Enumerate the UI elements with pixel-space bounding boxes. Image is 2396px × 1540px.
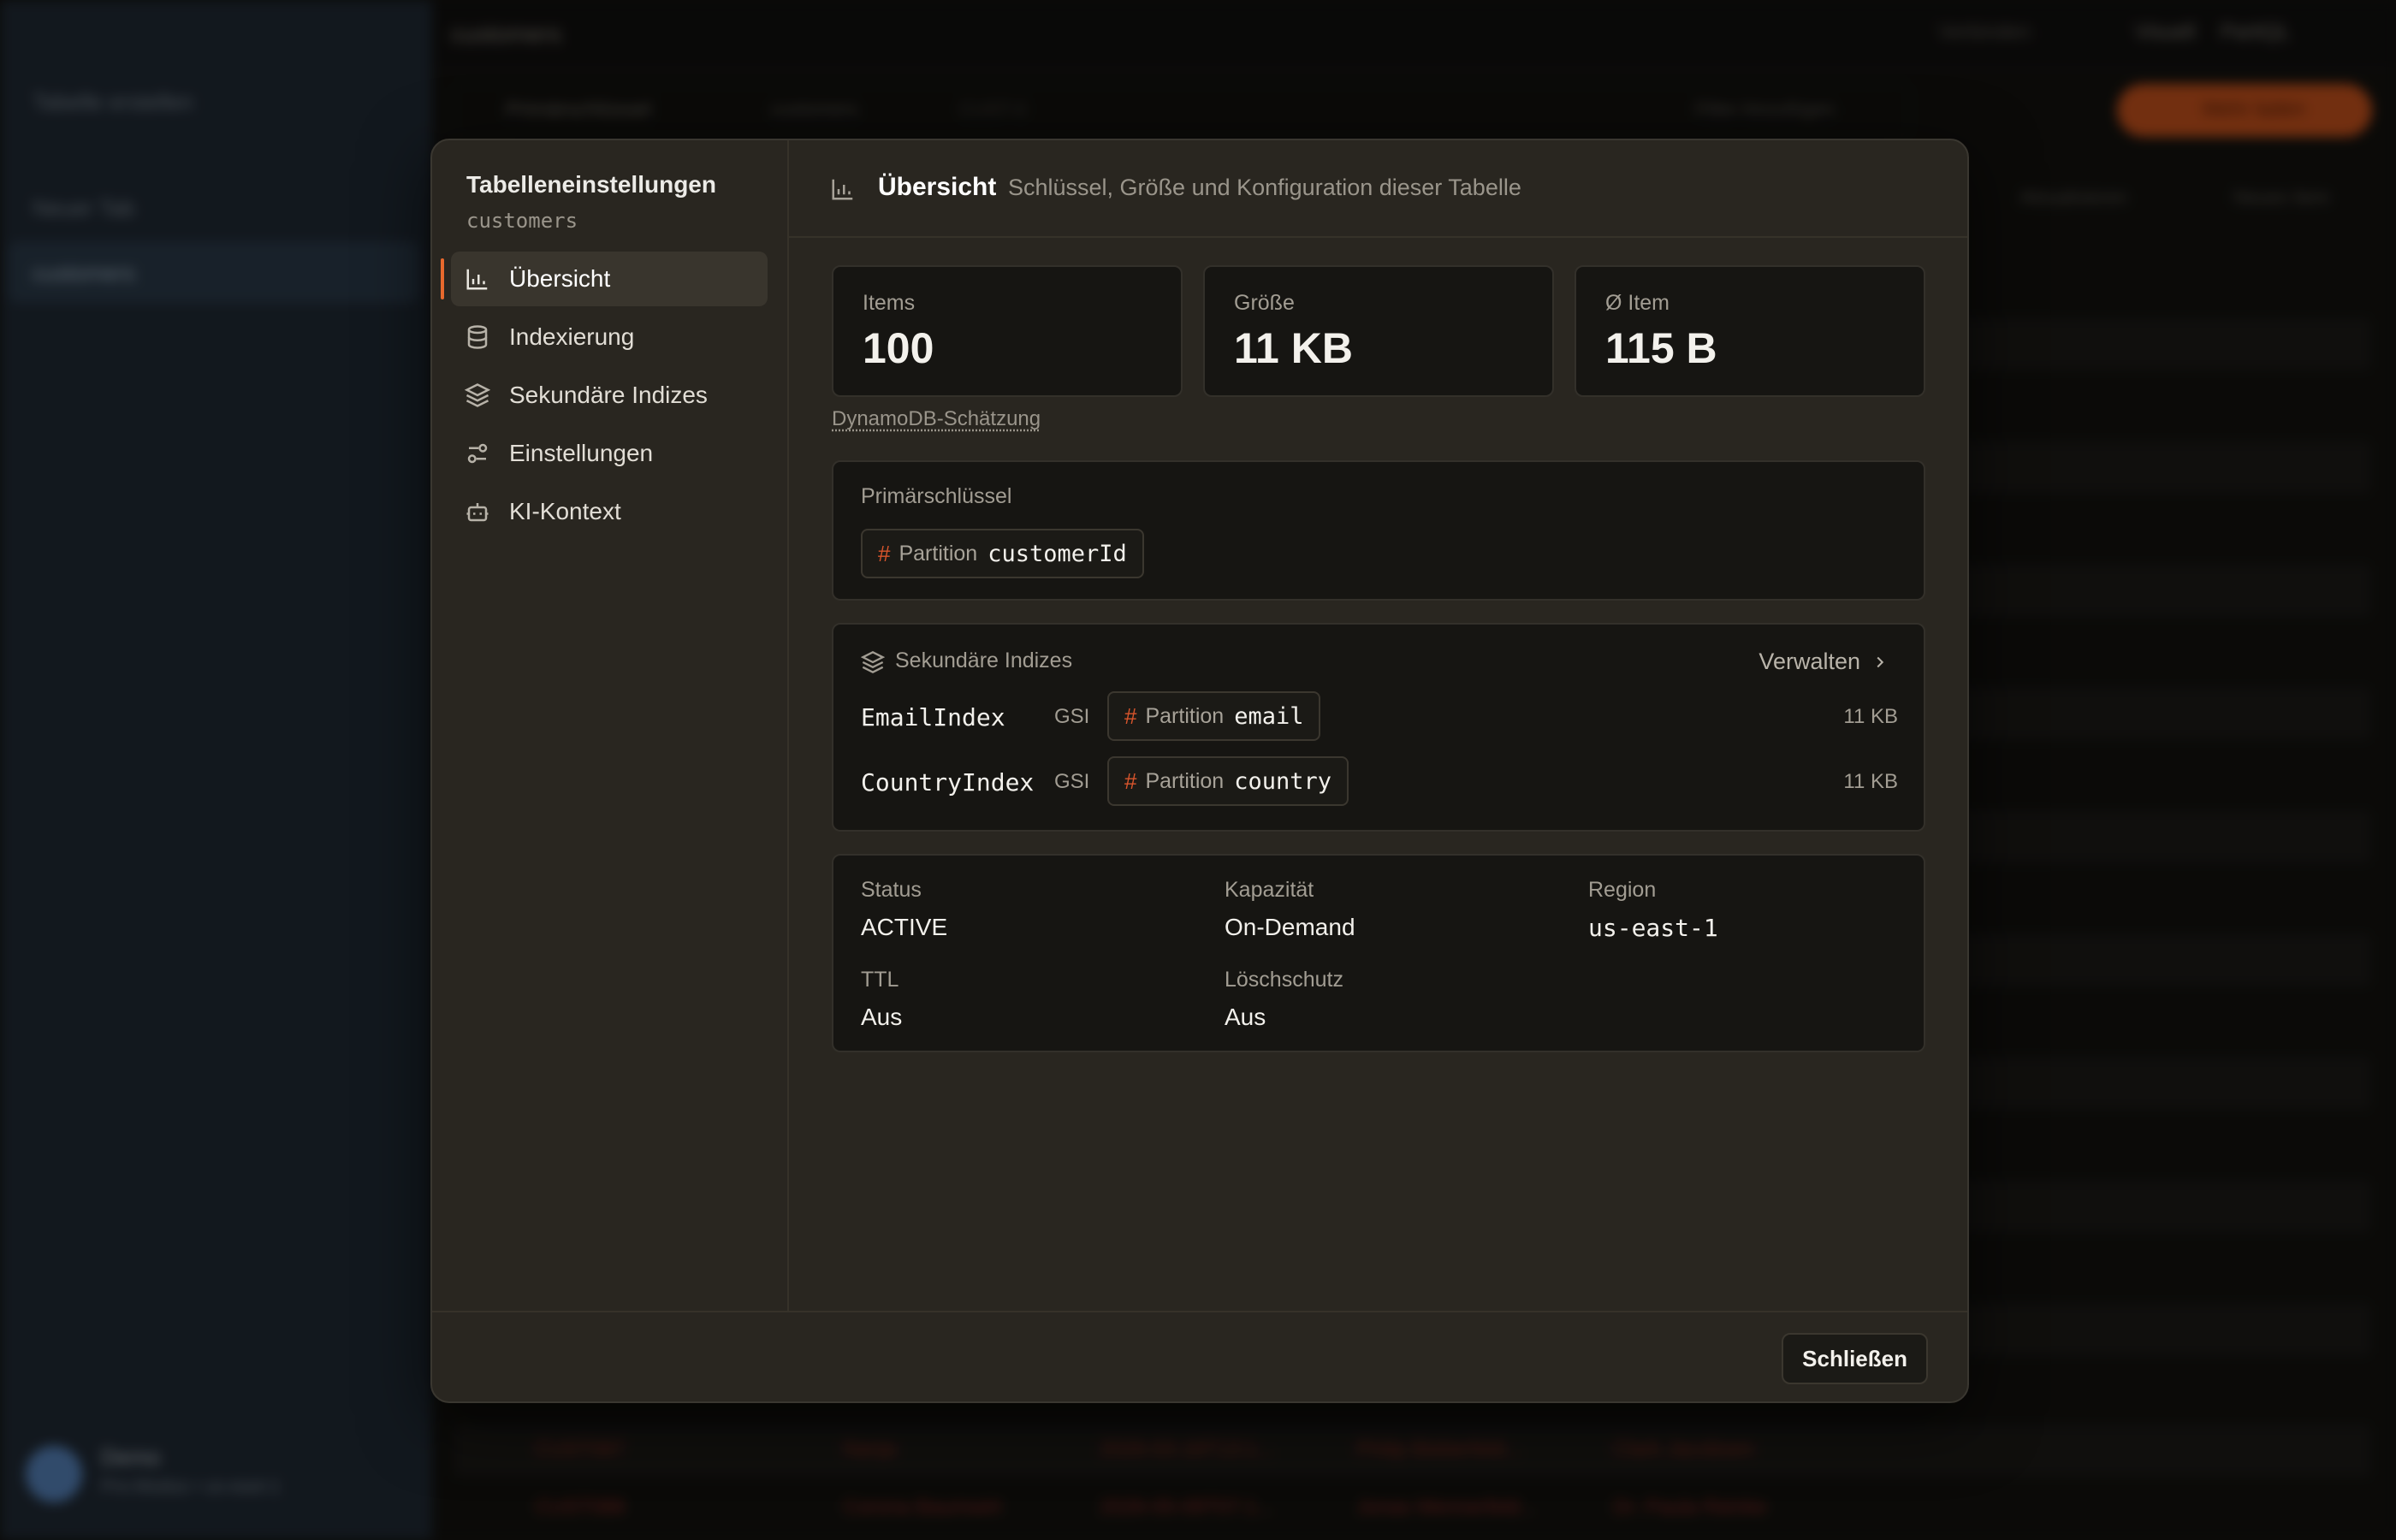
capacity-value: On-Demand bbox=[1225, 914, 1355, 940]
deletion-protection-value: Aus bbox=[1225, 1004, 1266, 1030]
table-settings-dialog: Tabelleneinstellungen customers Übersich… bbox=[430, 139, 1969, 1403]
nav-item-overview[interactable]: Übersicht bbox=[441, 252, 768, 306]
stat-label: Ø Item bbox=[1605, 291, 1670, 315]
status-label: Status bbox=[861, 878, 922, 902]
section-description: Schlüssel, Größe und Konfiguration diese… bbox=[1008, 175, 1521, 200]
gsi-size: 11 KB bbox=[1843, 705, 1898, 728]
hash-icon: # bbox=[878, 540, 891, 566]
deletion-protection-label: Löschschutz bbox=[1225, 968, 1343, 992]
dialog-footer: Schließen bbox=[432, 1311, 1967, 1401]
dynamodb-estimate-link[interactable]: DynamoDB-Schätzung bbox=[832, 407, 1041, 431]
ttl-value: Aus bbox=[861, 1004, 903, 1030]
stat-value: 115 B bbox=[1605, 324, 1717, 372]
nav-item-settings[interactable]: Einstellungen bbox=[451, 426, 768, 481]
settings-nav: Übersicht Indexierung Sekundäre Indizes … bbox=[441, 252, 768, 542]
capacity-label: Kapazität bbox=[1225, 878, 1314, 902]
bot-icon bbox=[465, 499, 490, 524]
gsi-name: CountryIndex bbox=[861, 768, 1035, 797]
key-name: country bbox=[1234, 767, 1331, 795]
section-header: Übersicht Schlüssel, Größe und Konfigura… bbox=[789, 140, 1967, 238]
nav-item-label: KI-Kontext bbox=[509, 498, 621, 524]
dialog-title: Tabelleneinstellungen bbox=[466, 171, 716, 198]
stat-value: 100 bbox=[863, 324, 934, 372]
gsi-size: 11 KB bbox=[1843, 770, 1898, 793]
bar-chart-icon bbox=[830, 176, 856, 202]
stat-label: Größe bbox=[1234, 291, 1295, 315]
nav-item-ai-context[interactable]: KI-Kontext bbox=[451, 484, 768, 539]
region-value: us-east-1 bbox=[1588, 914, 1718, 942]
nav-item-indexing[interactable]: Indexierung bbox=[451, 310, 768, 364]
gsi-partition-key-badge: # Partition country bbox=[1107, 756, 1349, 806]
nav-item-label: Indexierung bbox=[509, 323, 635, 350]
nav-item-label: Sekundäre Indizes bbox=[509, 382, 708, 408]
chevron-right-icon bbox=[1877, 656, 1884, 667]
section-title: Übersicht bbox=[878, 173, 997, 201]
nav-item-secondary-indexes[interactable]: Sekundäre Indizes bbox=[451, 368, 768, 423]
stat-card-avg-item: Ø Item 115 B bbox=[1575, 265, 1925, 397]
key-name: email bbox=[1234, 702, 1304, 730]
stat-label: Items bbox=[863, 291, 916, 315]
sliders-icon bbox=[465, 441, 490, 466]
settings-sidebar: Tabelleneinstellungen customers Übersich… bbox=[432, 140, 789, 1311]
database-icon bbox=[465, 324, 490, 350]
key-kind: Partition bbox=[898, 541, 978, 566]
secondary-indexes-label: Sekundäre Indizes bbox=[895, 649, 1073, 672]
close-button[interactable]: Schließen bbox=[1782, 1333, 1928, 1384]
ttl-label: TTL bbox=[861, 968, 899, 992]
stat-card-items: Items 100 bbox=[832, 265, 1183, 397]
layers-icon bbox=[465, 382, 490, 408]
nav-item-label: Einstellungen bbox=[509, 440, 654, 466]
table-details-card: Status ACTIVE Kapazität On-Demand Region… bbox=[832, 854, 1925, 1052]
nav-item-label: Übersicht bbox=[509, 265, 611, 292]
gsi-type: GSI bbox=[1054, 705, 1090, 728]
primary-key-card: Primärschlüssel # Partition customerId bbox=[832, 460, 1925, 601]
status-value: ACTIVE bbox=[861, 914, 948, 940]
gsi-name: EmailIndex bbox=[861, 703, 1005, 732]
partition-key-badge: # Partition customerId bbox=[861, 529, 1144, 578]
bar-chart-icon bbox=[465, 266, 490, 292]
gsi-type: GSI bbox=[1054, 770, 1090, 793]
secondary-indexes-card: Sekundäre Indizes Verwalten EmailIndex G… bbox=[832, 623, 1925, 832]
key-kind: Partition bbox=[1145, 768, 1225, 793]
key-kind: Partition bbox=[1145, 703, 1225, 728]
hash-icon: # bbox=[1124, 702, 1137, 729]
hash-icon: # bbox=[1124, 767, 1137, 794]
key-name: customerId bbox=[987, 540, 1127, 567]
settings-content: Übersicht Schlüssel, Größe und Konfigura… bbox=[789, 140, 1967, 1311]
stat-card-size: Größe 11 KB bbox=[1203, 265, 1554, 397]
stat-value: 11 KB bbox=[1234, 324, 1353, 372]
manage-label: Verwalten bbox=[1758, 649, 1860, 674]
manage-indexes-link[interactable]: Verwalten bbox=[1758, 649, 1889, 675]
gsi-partition-key-badge: # Partition email bbox=[1107, 691, 1321, 741]
primary-key-label: Primärschlüssel bbox=[861, 484, 1012, 508]
table-name: customers bbox=[466, 209, 578, 233]
region-label: Region bbox=[1588, 878, 1657, 902]
layers-icon bbox=[860, 650, 886, 674]
